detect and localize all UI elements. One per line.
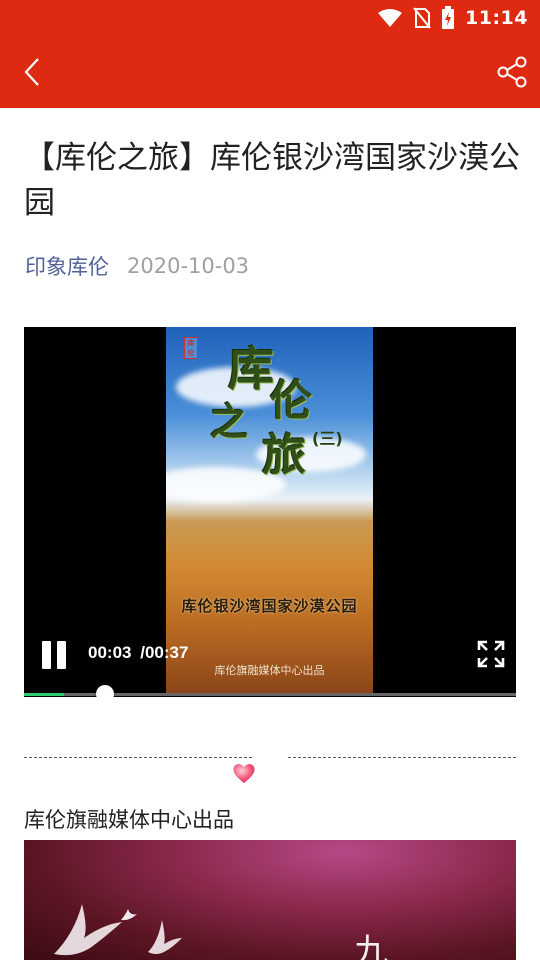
share-button[interactable] xyxy=(494,54,530,90)
fullscreen-icon xyxy=(477,640,505,668)
no-sim-icon xyxy=(413,7,431,29)
fullscreen-button[interactable] xyxy=(476,639,506,669)
dove-icon xyxy=(148,920,182,954)
video-player[interactable]: 库伦 库 伦 之 旅 (三) 库伦银沙湾国家沙漠公园 库伦旗融媒体中心出品 00… xyxy=(24,327,516,697)
video-time: 00:03 /00:37 xyxy=(88,643,188,663)
video-progress-bar[interactable] xyxy=(24,685,516,697)
poster-title-char: 库 xyxy=(228,342,274,396)
article-meta: 印象库伦 2020-10-03 xyxy=(25,251,249,281)
video-progress-fill xyxy=(24,693,64,696)
poster-title-char: 之 xyxy=(210,399,249,444)
app-header xyxy=(0,36,540,108)
back-chevron-icon xyxy=(24,58,39,86)
article-date: 2020-10-03 xyxy=(127,254,250,278)
share-icon xyxy=(497,56,527,88)
dove-icon xyxy=(121,909,137,921)
pause-icon xyxy=(42,641,51,669)
poster-title-suffix: (三) xyxy=(312,429,343,448)
status-time: 11:14 xyxy=(465,7,528,29)
poster-logo: 库伦 xyxy=(184,337,198,359)
current-time: 00:03 xyxy=(88,643,132,662)
poster-subtitle: 库伦银沙湾国家沙漠公园 xyxy=(181,597,358,615)
wifi-icon xyxy=(378,9,403,27)
heart-icon xyxy=(233,764,255,783)
article-image: 九 xyxy=(24,840,516,960)
section-divider xyxy=(24,757,516,759)
back-button[interactable] xyxy=(14,54,50,90)
pause-icon xyxy=(57,641,66,669)
image-title-char: 九 xyxy=(354,932,388,960)
video-controls: 00:03 /00:37 xyxy=(24,637,516,687)
article-title: 【库伦之旅】库伦银沙湾国家沙漠公园 xyxy=(24,140,520,221)
pause-button[interactable] xyxy=(40,641,68,671)
poster-title-char: 旅 xyxy=(262,430,306,481)
battery-charging-icon xyxy=(442,6,455,29)
dove-icon xyxy=(54,904,122,956)
duration: /00:37 xyxy=(140,643,189,662)
video-progress-thumb[interactable] xyxy=(95,685,114,697)
image-caption: 库伦旗融媒体中心出品 xyxy=(24,808,234,832)
article-author[interactable]: 印象库伦 xyxy=(25,251,109,281)
status-bar: 11:14 xyxy=(0,0,540,36)
